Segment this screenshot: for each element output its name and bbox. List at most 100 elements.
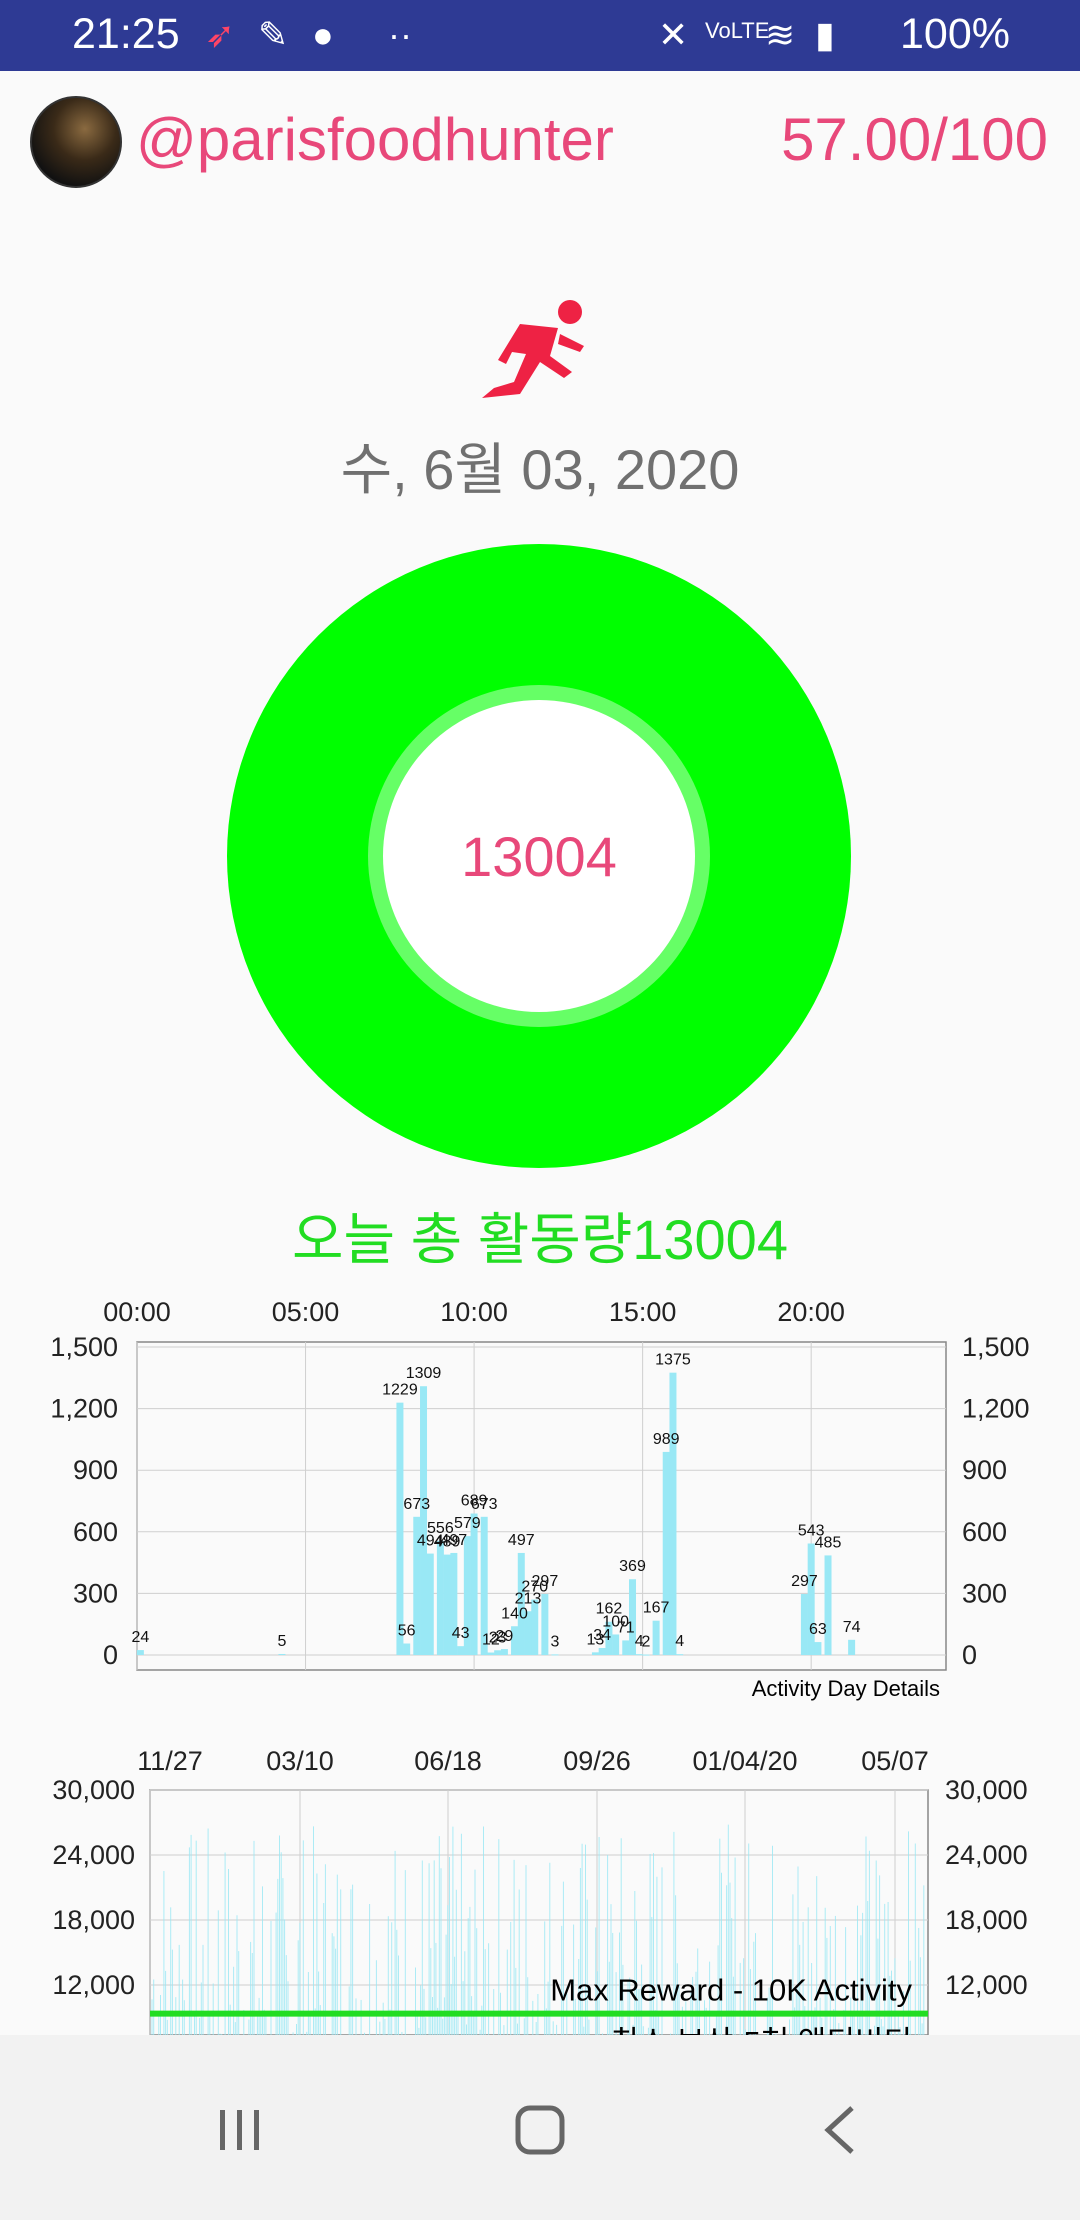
y-tick-label-right: 300	[962, 1578, 1007, 1608]
y-tick-label-left: 900	[73, 1455, 118, 1485]
y-tick-label-right: 1,200	[962, 1394, 1030, 1424]
x-tick-label: 03/10	[266, 1746, 334, 1776]
bar-value-label: 297	[791, 1573, 818, 1590]
bar	[848, 1639, 856, 1655]
bar	[591, 1652, 599, 1655]
y-tick-label-right: 1,500	[962, 1332, 1030, 1362]
signal-icon: ▮	[815, 14, 835, 55]
mute-icon: ✕	[658, 14, 689, 55]
history-activity-chart[interactable]: 30,000 30,000 24,000 24,000 18,000 18,000 12,0…	[0, 1730, 1080, 2035]
bar-value-label: 485	[815, 1534, 842, 1551]
y-tick-label-left: 600	[73, 1517, 118, 1547]
y-tick-label-right: 0	[962, 1640, 977, 1670]
more-notifications-icon: ··	[388, 14, 412, 55]
bar	[676, 1654, 684, 1656]
y-tick-label-left: 30,000	[52, 1775, 135, 1805]
status-bar: 21:25 ➶ ✎ ● ·· ✕ VoLTE ≋ ▮ 100%	[0, 0, 1080, 71]
bar-value-label: 43	[452, 1625, 470, 1642]
bar-value-label: 4	[675, 1633, 684, 1650]
bar	[531, 1599, 539, 1655]
y-tick-label-right: 600	[962, 1517, 1007, 1547]
y-tick-label-left: 12,000	[52, 1970, 135, 2000]
bar-value-label: 1375	[655, 1352, 691, 1369]
home-button[interactable]	[500, 2095, 580, 2165]
x-tick-label: 01/04/20	[692, 1746, 797, 1776]
bar	[487, 1652, 495, 1655]
volte-icon: VoLTE	[705, 18, 770, 43]
bar	[494, 1650, 502, 1655]
bar-value-label: 29	[496, 1628, 514, 1645]
x-tick-label: 15:00	[609, 1297, 677, 1327]
x-tick-label: 05/07	[861, 1746, 929, 1776]
chat-notification-icon: ●	[312, 14, 334, 55]
bar	[278, 1653, 286, 1655]
status-time: 21:25	[72, 10, 180, 58]
bar-value-label: 1229	[382, 1382, 418, 1399]
wifi-icon: ≋	[765, 14, 796, 55]
bar-value-label: 140	[501, 1605, 528, 1622]
bar	[662, 1451, 670, 1655]
x-tick-label: 06/18	[414, 1746, 482, 1776]
bar	[635, 1654, 643, 1656]
max-reward-label: Max Reward - 10K Activity	[550, 1973, 912, 2008]
step-count: 13004	[383, 700, 695, 1012]
bar-value-label: 24	[131, 1629, 149, 1646]
bar	[396, 1402, 404, 1655]
y-tick-label-left: 1,200	[50, 1394, 118, 1424]
bar-value-label: 1309	[406, 1365, 442, 1382]
y-tick-label-left: 0	[103, 1640, 118, 1670]
x-tick-label: 09/26	[563, 1746, 631, 1776]
bar	[541, 1594, 549, 1655]
bar	[652, 1620, 660, 1655]
cleaner-notification-icon: ✎	[258, 14, 289, 55]
progress-ring-track: 13004	[368, 685, 710, 1027]
bar	[824, 1555, 832, 1655]
bar	[470, 1513, 478, 1655]
day-activity-chart[interactable]: 24 51229566731309494556489497435796896731…	[0, 1285, 1080, 1705]
y-tick-label-right: 18,000	[945, 1905, 1028, 1935]
y-tick-label-right: 30,000	[945, 1775, 1028, 1805]
bar	[403, 1643, 411, 1655]
bar-value-label: 5	[277, 1633, 286, 1650]
bar-value-label: 167	[643, 1600, 670, 1617]
bar	[420, 1386, 428, 1655]
runner-icon	[482, 300, 584, 398]
y-tick-label-left: 1,500	[50, 1332, 118, 1362]
recent-apps-button[interactable]	[200, 2095, 280, 2165]
runner-notification-icon: ➶	[205, 14, 236, 55]
recent-apps-icon	[220, 2110, 259, 2150]
bar-value-label: 497	[441, 1532, 468, 1549]
avatar[interactable]	[30, 96, 122, 188]
bar	[807, 1543, 815, 1655]
bar-value-label: 2	[642, 1634, 651, 1651]
x-tick-label: 05:00	[272, 1297, 340, 1327]
username[interactable]: @parisfoodhunter	[136, 105, 614, 174]
bar-value-label: 74	[843, 1619, 861, 1636]
x-tick-label: 10:00	[440, 1297, 508, 1327]
chart-title: Activity Day Details	[752, 1676, 940, 1701]
total-activity-label: 오늘 총 활동량13004	[292, 1208, 788, 1271]
bar	[598, 1648, 606, 1655]
bar-value-label: 63	[809, 1621, 827, 1638]
bar-value-label: 673	[403, 1496, 430, 1513]
bar	[669, 1372, 677, 1655]
y-tick-label-right: 900	[962, 1455, 1007, 1485]
back-icon	[824, 2106, 854, 2154]
activity-progress-ring: 13004	[227, 544, 851, 1168]
bar-value-label: 56	[398, 1623, 416, 1640]
bar	[642, 1654, 650, 1656]
bar	[612, 1634, 620, 1655]
back-button[interactable]	[800, 2095, 880, 2165]
bar	[500, 1649, 508, 1655]
bar	[800, 1594, 808, 1655]
min-reward-label: 최소 보상-5천 액티비티	[611, 2025, 912, 2035]
battery-level: 100%	[900, 10, 1010, 58]
y-tick-label-left: 300	[73, 1578, 118, 1608]
bar	[136, 1650, 144, 1655]
x-tick-label: 11/27	[137, 1746, 203, 1776]
score: 57.00/100	[781, 106, 1048, 173]
y-tick-label-right: 12,000	[945, 1970, 1028, 2000]
bar-value-label: 579	[454, 1515, 481, 1532]
bar-value-label: 497	[508, 1532, 535, 1549]
bar	[457, 1646, 465, 1655]
